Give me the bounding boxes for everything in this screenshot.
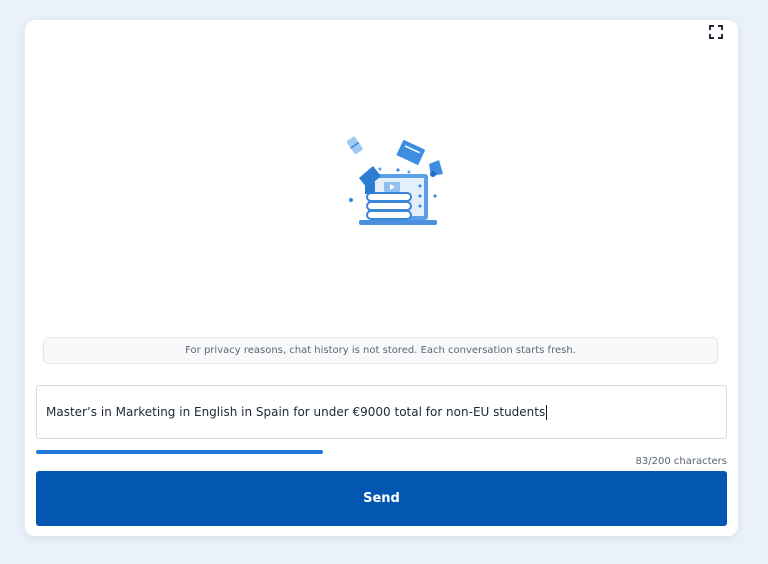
- education-laptop-illustration: [346, 136, 443, 225]
- chat-input-value: Master’s in Marketing in English in Spai…: [46, 405, 546, 419]
- expand-button[interactable]: [702, 20, 730, 44]
- character-progress-bar: [36, 450, 323, 454]
- privacy-notice: For privacy reasons, chat history is not…: [43, 337, 718, 364]
- chat-panel: For privacy reasons, chat history is not…: [25, 20, 738, 536]
- chat-input[interactable]: Master’s in Marketing in English in Spai…: [36, 385, 727, 439]
- character-count: 83/200 characters: [635, 456, 727, 467]
- expand-icon: [709, 25, 723, 39]
- text-caret: [546, 404, 548, 420]
- character-progress-fill: [36, 450, 323, 454]
- send-button[interactable]: Send: [36, 471, 727, 526]
- education-illustration: [323, 134, 443, 234]
